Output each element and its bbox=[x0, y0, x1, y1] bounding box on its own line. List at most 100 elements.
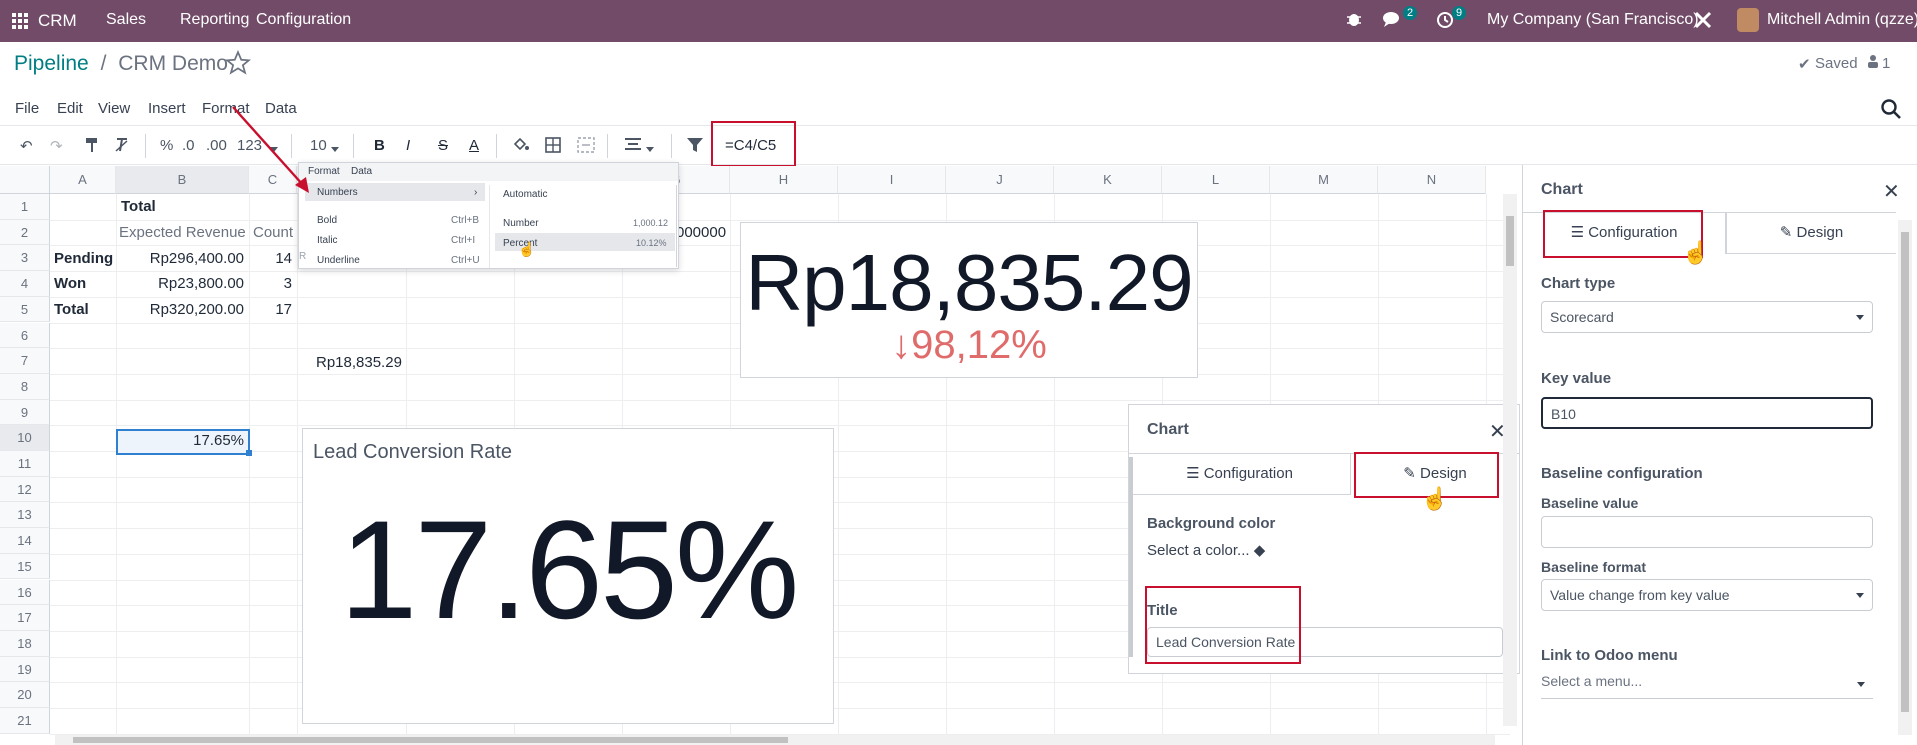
col-header-k[interactable]: K bbox=[1054, 166, 1162, 194]
merge-cells-icon[interactable] bbox=[577, 137, 595, 157]
vertical-scrollbar[interactable] bbox=[1503, 194, 1517, 726]
row-header[interactable]: 4 bbox=[0, 271, 50, 297]
col-header-h[interactable]: H bbox=[730, 166, 838, 194]
menu-edit[interactable]: Edit bbox=[57, 100, 83, 117]
baseline-value-input[interactable] bbox=[1541, 516, 1873, 548]
link-menu-select[interactable]: Select a menu... bbox=[1541, 673, 1873, 699]
cell-g2-partial[interactable]: 000000 bbox=[676, 224, 726, 241]
scorecard-big[interactable]: Rp18,835.29 ↓98,12% bbox=[740, 222, 1198, 378]
col-header-a[interactable]: A bbox=[50, 166, 116, 194]
paint-format-icon[interactable] bbox=[84, 137, 100, 157]
avatar[interactable] bbox=[1737, 8, 1759, 32]
row-header[interactable]: 2 bbox=[0, 219, 50, 246]
row-header[interactable]: 11 bbox=[0, 451, 50, 477]
close-icon[interactable]: ✕ bbox=[1883, 179, 1900, 204]
format-percent-button[interactable]: % bbox=[160, 137, 173, 154]
cell-a4[interactable]: Won bbox=[54, 275, 86, 292]
increase-decimal-button[interactable]: .00 bbox=[206, 137, 227, 154]
menu-reporting[interactable]: Reporting bbox=[180, 11, 249, 29]
cell-c4[interactable]: 3 bbox=[250, 275, 292, 292]
undo-icon[interactable]: ↶ bbox=[20, 137, 33, 155]
row-header[interactable]: 3 bbox=[0, 245, 50, 272]
menu-item-numbers[interactable]: Numbers bbox=[317, 187, 358, 198]
strikethrough-button[interactable]: S bbox=[438, 137, 448, 154]
inset-menu-data[interactable]: Data bbox=[351, 166, 372, 177]
row-header[interactable]: 1 bbox=[0, 194, 50, 220]
menu-item-italic[interactable]: Italic bbox=[317, 235, 338, 246]
cell-c3[interactable]: 14 bbox=[250, 250, 292, 267]
col-header-i[interactable]: I bbox=[838, 166, 946, 194]
breadcrumb-pipeline[interactable]: Pipeline bbox=[14, 52, 89, 75]
menu-item-bold[interactable]: Bold bbox=[317, 215, 337, 226]
fill-handle[interactable] bbox=[246, 450, 252, 456]
menu-sales[interactable]: Sales bbox=[106, 11, 146, 29]
align-icon[interactable] bbox=[625, 137, 641, 155]
row-header[interactable]: 15 bbox=[0, 553, 50, 580]
row-header[interactable]: 5 bbox=[0, 296, 50, 323]
baseline-format-select[interactable]: Value change from key value bbox=[1541, 579, 1873, 611]
menu-view[interactable]: View bbox=[98, 100, 130, 117]
row-header[interactable]: 10 bbox=[0, 425, 50, 451]
fill-color-icon[interactable] bbox=[512, 137, 530, 157]
row-header[interactable]: 17 bbox=[0, 605, 50, 631]
cell-c2[interactable]: Count bbox=[253, 224, 295, 241]
col-header-m[interactable]: M bbox=[1270, 166, 1378, 194]
cell-e7[interactable]: Rp18,835.29 bbox=[316, 354, 402, 371]
clear-format-icon[interactable] bbox=[114, 137, 130, 157]
cell-b10[interactable]: 17.65% bbox=[120, 432, 244, 449]
row-header[interactable]: 21 bbox=[0, 708, 50, 734]
submenu-automatic[interactable]: Automatic bbox=[503, 189, 547, 200]
redo-icon[interactable]: ↷ bbox=[50, 137, 63, 155]
menu-file[interactable]: File bbox=[15, 100, 39, 117]
cell-b4[interactable]: Rp23,800.00 bbox=[120, 275, 244, 292]
cell-a3[interactable]: Pending bbox=[54, 250, 113, 267]
cell-a5[interactable]: Total bbox=[54, 301, 89, 318]
app-name[interactable]: CRM bbox=[38, 11, 77, 31]
col-header-l[interactable]: L bbox=[1162, 166, 1270, 194]
cell-b1[interactable]: Total bbox=[121, 198, 156, 215]
decrease-decimal-button[interactable]: .0 bbox=[182, 137, 195, 154]
bug-icon[interactable] bbox=[1346, 10, 1362, 33]
menu-item-underline[interactable]: Underline bbox=[317, 255, 360, 266]
menu-insert[interactable]: Insert bbox=[148, 100, 186, 117]
tab-design[interactable]: ✎ Design bbox=[1726, 212, 1896, 254]
row-header[interactable]: 9 bbox=[0, 399, 50, 426]
filter-icon[interactable] bbox=[686, 137, 704, 157]
key-value-input[interactable]: B10 bbox=[1541, 397, 1873, 429]
horizontal-scrollbar[interactable] bbox=[55, 735, 1495, 745]
col-header-n[interactable]: N bbox=[1378, 166, 1486, 194]
row-header[interactable]: 8 bbox=[0, 373, 50, 400]
cell-b5[interactable]: Rp320,200.00 bbox=[120, 301, 244, 318]
row-header[interactable]: 19 bbox=[0, 656, 50, 683]
cell-b2[interactable]: Expected Revenue bbox=[119, 224, 246, 241]
user-menu[interactable]: Mitchell Admin (qzze) bbox=[1767, 11, 1917, 29]
menu-configuration[interactable]: Configuration bbox=[256, 11, 351, 29]
borders-icon[interactable] bbox=[545, 137, 561, 157]
row-header[interactable]: 14 bbox=[0, 528, 50, 554]
cell-c5[interactable]: 17 bbox=[250, 301, 292, 318]
bold-button[interactable]: B bbox=[374, 137, 385, 154]
search-icon[interactable] bbox=[1880, 98, 1902, 125]
row-header[interactable]: 13 bbox=[0, 502, 50, 529]
row-header[interactable]: 18 bbox=[0, 630, 50, 657]
chat-icon[interactable] bbox=[1382, 10, 1404, 33]
row-header[interactable]: 16 bbox=[0, 579, 50, 606]
apps-menu-icon[interactable] bbox=[12, 13, 28, 29]
background-color-picker[interactable]: Select a color... ◆ bbox=[1147, 541, 1265, 559]
grid-corner[interactable] bbox=[0, 166, 50, 194]
favorite-star-icon[interactable] bbox=[224, 49, 252, 81]
scorecard-conversion[interactable]: Lead Conversion Rate 17.65% bbox=[302, 428, 834, 724]
row-header[interactable]: 20 bbox=[0, 682, 50, 708]
submenu-number[interactable]: Number bbox=[503, 218, 539, 229]
tab-configuration[interactable]: ☰ Configuration bbox=[1129, 453, 1350, 495]
italic-button[interactable]: I bbox=[406, 137, 410, 154]
row-header[interactable]: 12 bbox=[0, 476, 50, 503]
row-header[interactable]: 6 bbox=[0, 322, 50, 349]
cell-b3[interactable]: Rp296,400.00 bbox=[120, 250, 244, 267]
text-color-button[interactable]: A bbox=[469, 137, 479, 154]
col-header-j[interactable]: J bbox=[946, 166, 1054, 194]
tools-icon[interactable] bbox=[1693, 10, 1713, 35]
chart-type-select[interactable]: Scorecard bbox=[1541, 301, 1873, 333]
row-header[interactable]: 7 bbox=[0, 348, 50, 374]
company-switcher[interactable]: My Company (San Francisco) bbox=[1487, 11, 1699, 29]
